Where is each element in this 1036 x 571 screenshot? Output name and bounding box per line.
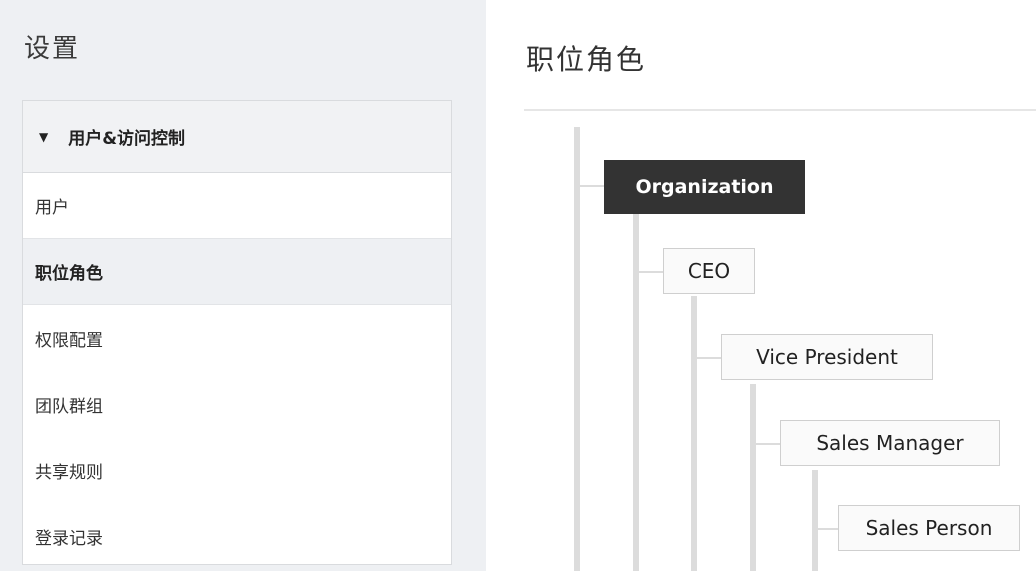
tree-connector-horizontal xyxy=(756,443,780,445)
title-divider xyxy=(524,109,1036,111)
menu-item-team-groups[interactable]: 团队群组 xyxy=(23,371,451,437)
role-node-vice-president[interactable]: Vice President xyxy=(721,334,933,380)
role-node-ceo[interactable]: CEO xyxy=(663,248,755,294)
menu-item-label: 用户 xyxy=(35,198,69,218)
role-node-organization[interactable]: Organization xyxy=(604,160,805,214)
page-title: 职位角色 xyxy=(526,43,647,76)
menu-section-label: 用户&访问控制 xyxy=(68,129,186,149)
tree-connector-horizontal xyxy=(818,528,838,530)
tree-connector-vertical xyxy=(691,296,697,571)
menu-item-label: 权限配置 xyxy=(35,330,103,351)
menu-item-label: 团队群组 xyxy=(35,396,103,417)
menu-item-roles[interactable]: 职位角色 xyxy=(23,239,451,305)
main-content: 职位角色 Organization CEO Vice President Sal… xyxy=(486,0,1036,571)
menu-section-user-access-control[interactable]: ▼ 用户&访问控制 xyxy=(23,101,451,173)
menu-item-label: 登录记录 xyxy=(35,528,103,549)
menu-item-users[interactable]: 用户 xyxy=(23,173,451,239)
tree-connector-vertical xyxy=(633,214,639,571)
menu-item-label: 共享规则 xyxy=(35,462,103,483)
tree-connector-vertical xyxy=(750,384,756,571)
tree-connector-vertical xyxy=(812,470,818,571)
menu-item-permissions[interactable]: 权限配置 xyxy=(23,305,451,371)
tree-connector-horizontal xyxy=(639,271,663,273)
sidebar-title: 设置 xyxy=(24,34,81,64)
menu-item-label: 职位角色 xyxy=(35,264,103,284)
role-node-sales-manager[interactable]: Sales Manager xyxy=(780,420,1000,466)
tree-connector-horizontal xyxy=(580,185,604,187)
settings-menu: ▼ 用户&访问控制 用户 职位角色 权限配置 团队群组 共享规则 登录记录 xyxy=(22,100,452,565)
menu-item-login-history[interactable]: 登录记录 xyxy=(23,503,451,569)
tree-connector-vertical xyxy=(574,127,580,571)
caret-down-icon: ▼ xyxy=(39,129,49,144)
role-node-sales-person[interactable]: Sales Person xyxy=(838,505,1020,551)
tree-connector-horizontal xyxy=(697,357,721,359)
menu-item-sharing-rules[interactable]: 共享规则 xyxy=(23,437,451,503)
settings-sidebar: 设置 ▼ 用户&访问控制 用户 职位角色 权限配置 团队群组 共享规则 登录记录 xyxy=(0,0,486,571)
